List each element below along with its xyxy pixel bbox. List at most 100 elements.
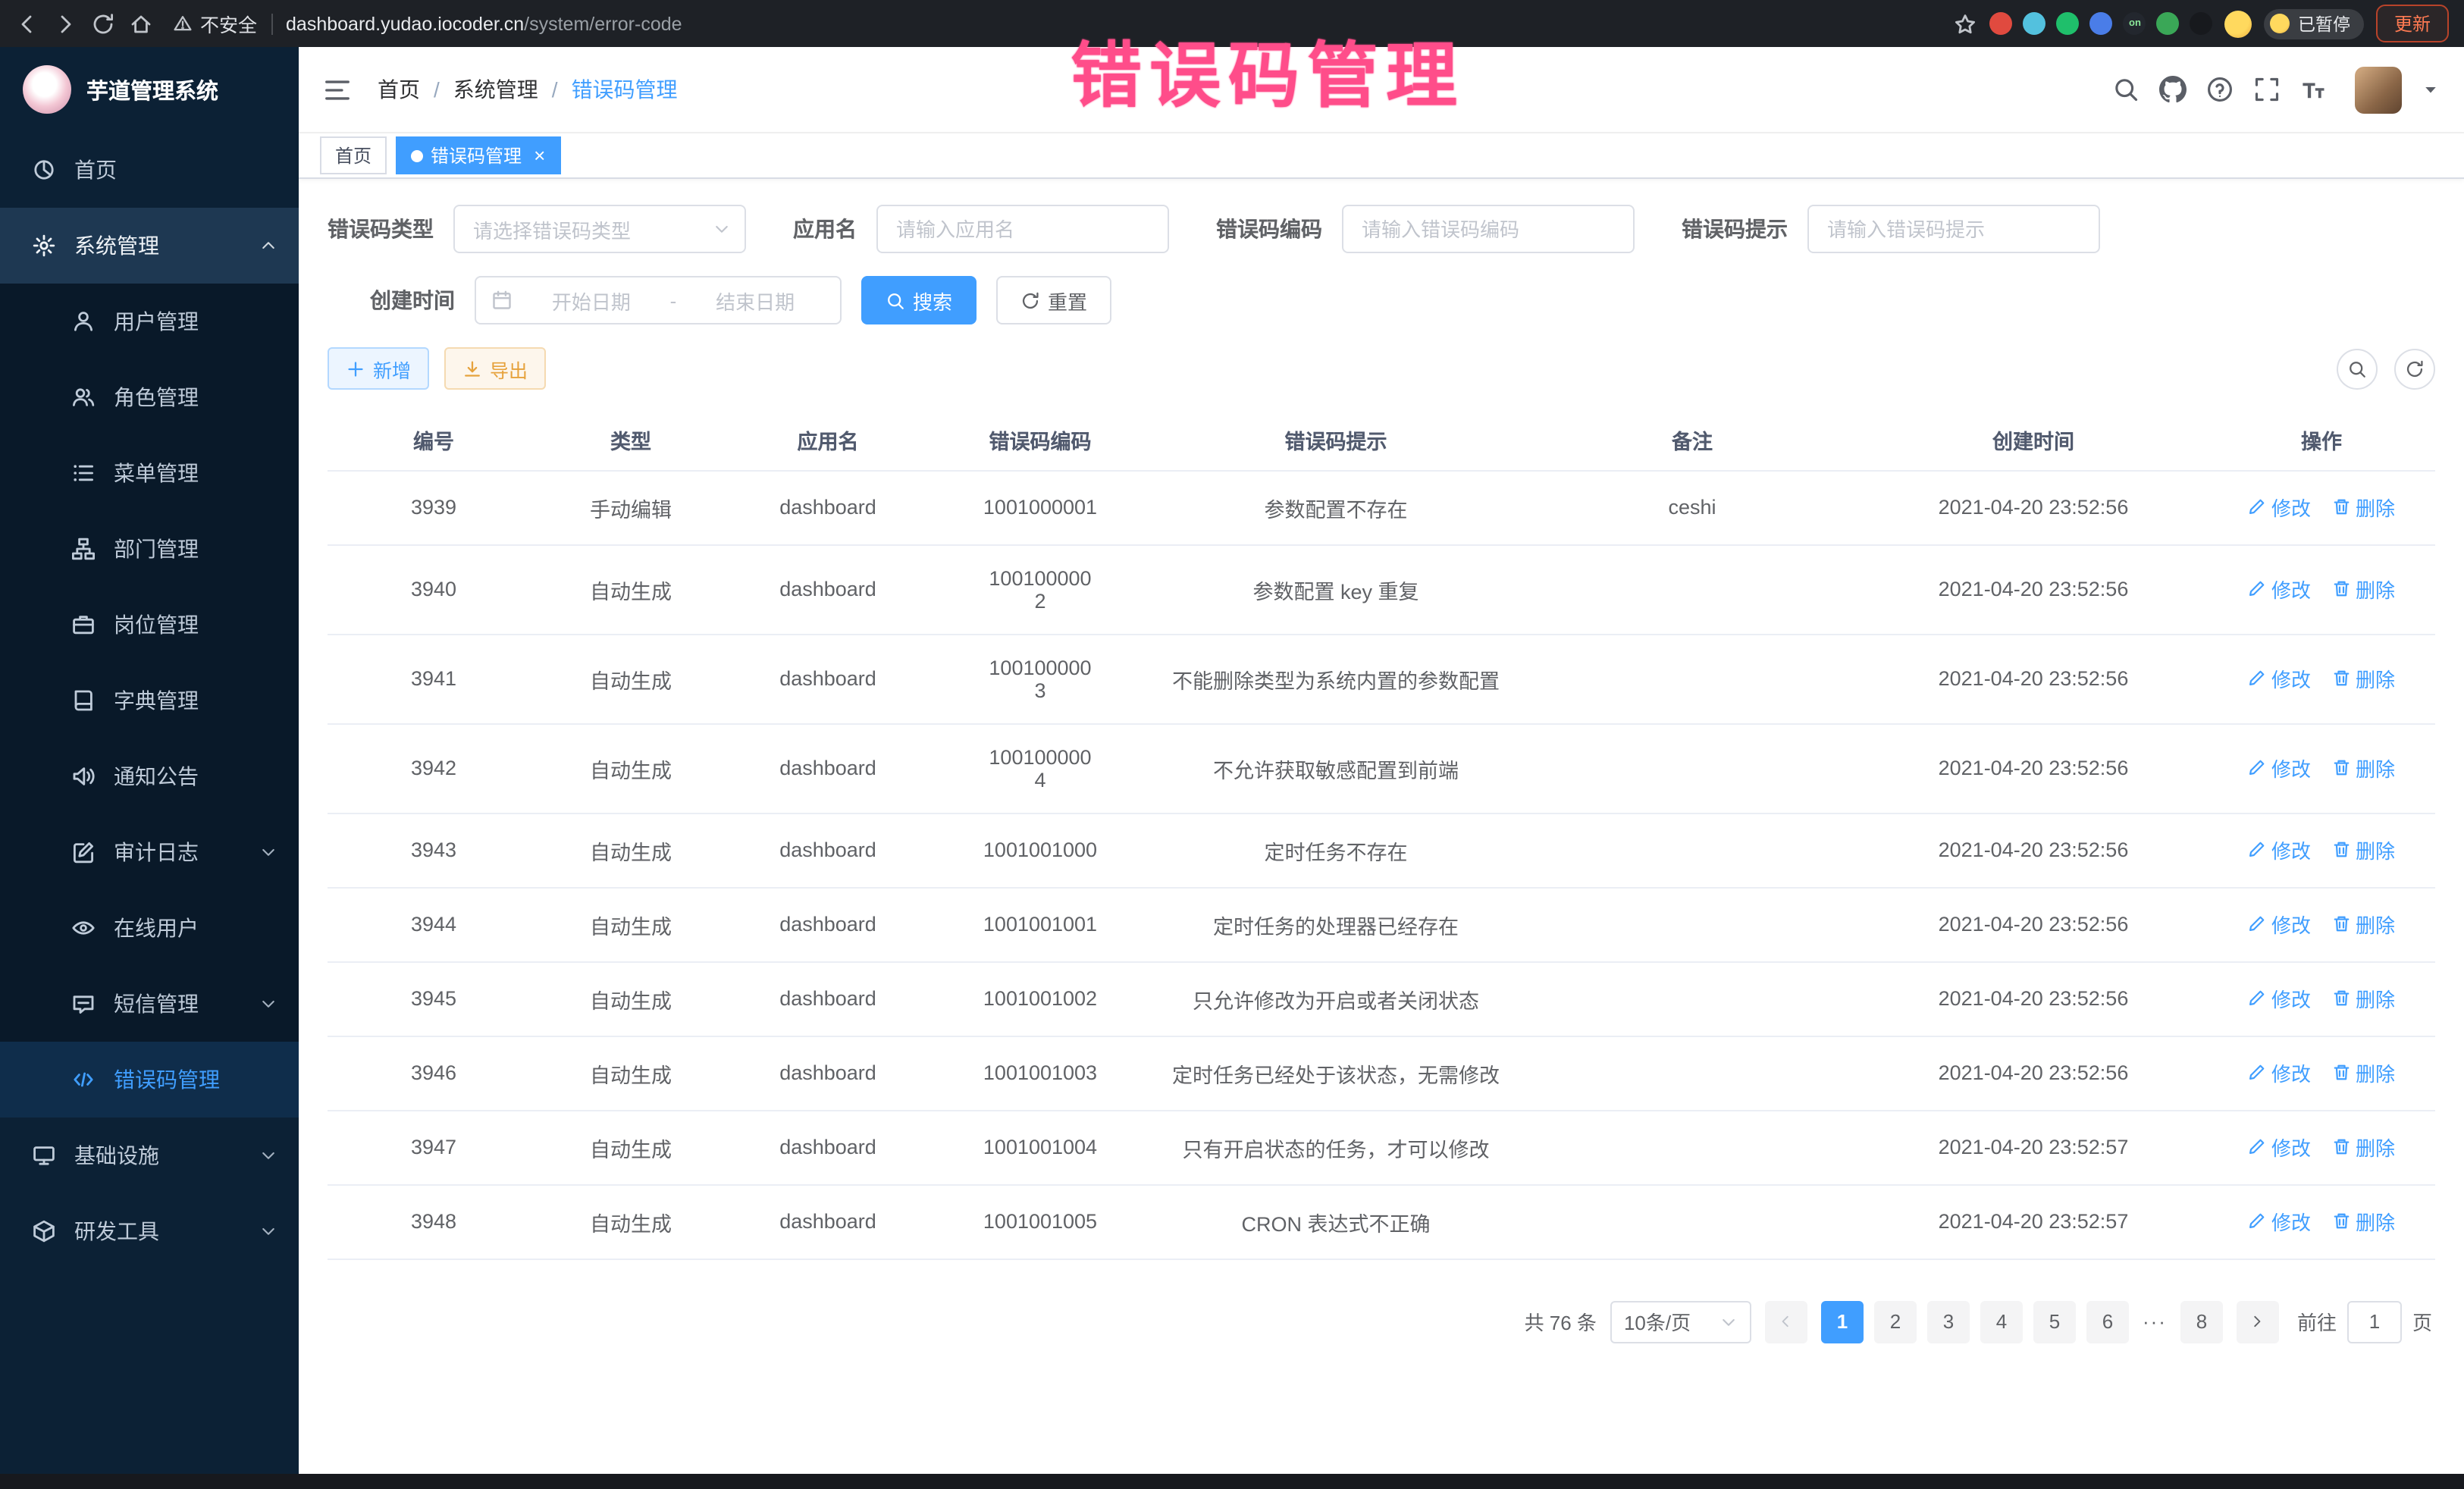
edit-link[interactable]: 修改: [2248, 1133, 2311, 1161]
update-button[interactable]: 更新: [2376, 5, 2449, 42]
edit-link[interactable]: 修改: [2248, 910, 2311, 939]
header-search-icon[interactable]: [2112, 76, 2140, 103]
delete-link[interactable]: 删除: [2332, 984, 2395, 1013]
eye-icon: [71, 916, 96, 940]
page-button-4[interactable]: 4: [1980, 1300, 2023, 1343]
sidebar-logo[interactable]: 芋道管理系统: [0, 47, 299, 132]
extension-red-icon[interactable]: [1990, 12, 2013, 35]
prev-page-button[interactable]: [1765, 1300, 1807, 1343]
refresh-table-button[interactable]: [2394, 348, 2435, 389]
fullscreen-icon[interactable]: [2253, 76, 2281, 103]
sidebar-item-infrastructure[interactable]: 基础设施: [0, 1118, 299, 1193]
extension-green-v-icon[interactable]: [2057, 12, 2080, 35]
add-button[interactable]: 新增: [328, 347, 429, 390]
browser-forward-icon[interactable]: [53, 11, 77, 36]
next-page-button[interactable]: [2237, 1300, 2279, 1343]
extension-drop-icon[interactable]: [2024, 12, 2046, 35]
delete-link[interactable]: 删除: [2332, 1058, 2395, 1087]
sidebar-item-notice[interactable]: 通知公告: [0, 738, 299, 814]
sidebar-item-error-code-management[interactable]: 错误码管理: [0, 1042, 299, 1118]
search-button[interactable]: 搜索: [861, 276, 977, 324]
cell-time: 2021-04-20 23:52:56: [1859, 1036, 2208, 1110]
edit-link[interactable]: 修改: [2248, 664, 2311, 693]
page-button-5[interactable]: 5: [2033, 1300, 2076, 1343]
address-bar[interactable]: dashboard.yudao.iocoder.cn/system/error-…: [286, 13, 682, 34]
date-range-picker[interactable]: 开始日期 - 结束日期: [475, 276, 842, 324]
cell-hint: 只有开启状态的任务，才可以修改: [1146, 1110, 1525, 1184]
pager-ellipsis[interactable]: ···: [2140, 1310, 2170, 1333]
page-button-3[interactable]: 3: [1927, 1300, 1970, 1343]
extension-pin-icon[interactable]: [2190, 12, 2213, 35]
error-code-input[interactable]: [1342, 205, 1635, 253]
extension-on-icon[interactable]: on: [2124, 12, 2146, 35]
app-name-input[interactable]: [876, 205, 1169, 253]
extension-grid-icon[interactable]: [2090, 12, 2113, 35]
paused-badge[interactable]: 已暂停: [2265, 8, 2364, 39]
hamburger-icon[interactable]: [323, 75, 352, 104]
breadcrumb-home[interactable]: 首页: [378, 74, 420, 105]
edit-link[interactable]: 修改: [2248, 575, 2311, 603]
delete-link[interactable]: 删除: [2332, 1207, 2395, 1236]
delete-link[interactable]: 删除: [2332, 493, 2395, 522]
sidebar-item-sms-management[interactable]: 短信管理: [0, 966, 299, 1042]
cell-type: 自动生成: [540, 1036, 722, 1110]
sidebar-item-dept-management[interactable]: 部门管理: [0, 511, 299, 587]
table-row: 3944自动生成dashboard1001001001定时任务的处理器已经存在2…: [328, 887, 2435, 961]
help-icon[interactable]: [2206, 76, 2234, 103]
sidebar-item-user-management[interactable]: 用户管理: [0, 284, 299, 359]
edit-link[interactable]: 修改: [2248, 493, 2311, 522]
page-button-2[interactable]: 2: [1874, 1300, 1917, 1343]
export-button[interactable]: 导出: [444, 347, 546, 390]
delete-link[interactable]: 删除: [2332, 835, 2395, 864]
tab-home[interactable]: 首页: [320, 136, 387, 174]
tab-close-icon[interactable]: ×: [534, 146, 545, 165]
extension-leaf-icon[interactable]: [2157, 12, 2180, 35]
sidebar-item-home[interactable]: 首页: [0, 132, 299, 208]
edit-link[interactable]: 修改: [2248, 984, 2311, 1013]
browser-back-icon[interactable]: [15, 11, 39, 36]
sidebar-item-menu-management[interactable]: 菜单管理: [0, 435, 299, 511]
font-size-icon[interactable]: [2300, 76, 2328, 103]
delete-link[interactable]: 删除: [2332, 910, 2395, 939]
filter-app-label: 应用名: [793, 214, 876, 244]
profile-face-icon: [2271, 14, 2290, 33]
sidebar-item-dict-management[interactable]: 字典管理: [0, 663, 299, 738]
content: 错误码类型 请选择错误码类型 应用名 错误码编码: [299, 179, 2464, 1489]
page-button-8[interactable]: 8: [2180, 1300, 2223, 1343]
sidebar-item-post-management[interactable]: 岗位管理: [0, 587, 299, 663]
browser-profile-avatar[interactable]: [2225, 10, 2252, 37]
reset-icon: [1020, 290, 1040, 310]
delete-link[interactable]: 删除: [2332, 664, 2395, 693]
edit-link[interactable]: 修改: [2248, 1058, 2311, 1087]
cell-time: 2021-04-20 23:52:57: [1859, 1184, 2208, 1259]
breadcrumb-system[interactable]: 系统管理: [453, 74, 538, 105]
browser-home-icon[interactable]: [129, 11, 153, 36]
sidebar-item-role-management[interactable]: 角色管理: [0, 359, 299, 435]
avatar-caret-icon[interactable]: [2422, 80, 2440, 99]
delete-link[interactable]: 删除: [2332, 575, 2395, 603]
tab-error-code[interactable]: 错误码管理×: [396, 136, 560, 174]
sidebar-item-online-users[interactable]: 在线用户: [0, 890, 299, 966]
delete-link[interactable]: 删除: [2332, 1133, 2395, 1161]
edit-link[interactable]: 修改: [2248, 754, 2311, 782]
sidebar-item-dev-tools[interactable]: 研发工具: [0, 1193, 299, 1269]
page-button-1[interactable]: 1: [1821, 1300, 1864, 1343]
bookmark-star-icon[interactable]: [1954, 11, 1978, 36]
edit-link[interactable]: 修改: [2248, 1207, 2311, 1236]
edit-link[interactable]: 修改: [2248, 835, 2311, 864]
sidebar-item-audit-log[interactable]: 审计日志: [0, 814, 299, 890]
error-hint-input[interactable]: [1807, 205, 2100, 253]
page-size-select[interactable]: 10条/页: [1610, 1300, 1751, 1343]
page-button-6[interactable]: 6: [2086, 1300, 2129, 1343]
user-avatar[interactable]: [2355, 66, 2402, 113]
sidebar: 芋道管理系统 首页系统管理用户管理角色管理菜单管理部门管理岗位管理字典管理通知公…: [0, 47, 299, 1489]
browser-reload-icon[interactable]: [91, 11, 115, 36]
goto-page-input[interactable]: [2347, 1300, 2402, 1343]
reset-button[interactable]: 重置: [996, 276, 1111, 324]
security-chip[interactable]: 不安全: [173, 9, 257, 38]
delete-link[interactable]: 删除: [2332, 754, 2395, 782]
sidebar-item-system-management[interactable]: 系统管理: [0, 208, 299, 284]
toggle-search-button[interactable]: [2337, 348, 2378, 389]
error-type-select[interactable]: 请选择错误码类型: [453, 205, 746, 253]
github-icon[interactable]: [2159, 76, 2187, 103]
